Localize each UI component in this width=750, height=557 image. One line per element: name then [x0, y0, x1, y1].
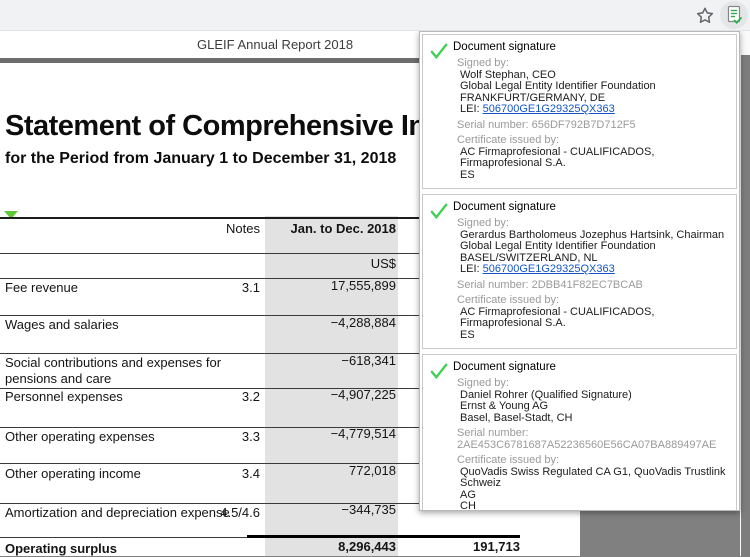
row-value: 772,018 [265, 463, 396, 478]
cert-line: AC Firmaprofesional - CUALIFICADOS, Firm… [457, 147, 728, 170]
lei-line: LEI: 506700GE1G29325QX363 [457, 104, 728, 116]
total-value-prior: 191,713 [400, 539, 520, 554]
signed-by-label: Signed by: [457, 378, 728, 390]
page-subtitle: for the Period from January 1 to Decembe… [5, 150, 396, 168]
signer-line: Global Legal Entity Identifier Foundatio… [457, 241, 728, 253]
lei-link[interactable]: 506700GE1G29325QX363 [483, 103, 615, 115]
serial-label: Serial number: [457, 428, 728, 440]
lei-line: LEI: 506700GE1G29325QX363 [457, 264, 728, 276]
serial-label: Serial number: [457, 119, 529, 131]
document-signature-extension-icon[interactable] [720, 1, 748, 29]
cert-line: AC Firmaprofesional - CUALIFICADOS, Firm… [457, 307, 728, 330]
cert-label: Certificate issued by: [457, 295, 728, 307]
signer-line: Global Legal Entity Identifier Foundatio… [457, 81, 728, 93]
cert-label: Certificate issued by: [457, 455, 728, 467]
signature-valid-check-icon [430, 43, 448, 59]
signed-by-label: Signed by: [457, 218, 728, 230]
row-note: 3.1 [180, 280, 260, 295]
signature-valid-check-icon [430, 363, 448, 379]
serial-label: Serial number: [457, 279, 529, 291]
lei-label: LEI: [460, 103, 480, 115]
signature-popup: Document signature Signed by: Wolf Steph… [419, 31, 740, 511]
signature-title: Document signature [453, 361, 728, 373]
row-note: 3.4 [180, 466, 260, 481]
bookmark-star-icon[interactable] [694, 5, 716, 27]
signer-line: Basel, Basel-Stadt, CH [457, 413, 728, 425]
serial-line: Serial number: 656DF792B7D712F5 [457, 120, 728, 132]
row-value: −618,341 [265, 353, 396, 368]
cert-line: CH [457, 501, 728, 511]
lei-link[interactable]: 506700GE1G29325QX363 [483, 263, 615, 275]
row-value: −4,907,225 [265, 387, 396, 402]
cert-line: ES [457, 330, 728, 342]
row-value: −4,288,884 [265, 315, 396, 330]
signature-block: Document signature Signed by: Gerardus B… [422, 194, 737, 349]
signature-title: Document signature [453, 201, 728, 213]
row-value: 17,555,899 [265, 278, 396, 293]
cert-line: ES [457, 170, 728, 182]
col-header-notes: Notes [180, 221, 260, 236]
serial-value: 2DBB41F82EC7BCAB [532, 279, 643, 291]
serial-value: 2AE453C6781687A52236560E56CA07BA889497AE [457, 440, 728, 452]
cert-line: QuoVadis Swiss Regulated CA G1, QuoVadis… [457, 467, 728, 490]
row-label: Wages and salaries [5, 317, 237, 333]
currency-label: US$ [265, 256, 396, 271]
lei-label: LEI: [460, 263, 480, 275]
document-header: GLEIF Annual Report 2018 [197, 37, 353, 52]
row-note: 4.5/4.6 [180, 505, 260, 520]
signed-by-label: Signed by: [457, 58, 728, 70]
signature-block: Document signature Signed by: Wolf Steph… [422, 34, 737, 189]
row-value: −344,735 [265, 502, 396, 517]
cert-line: AG [457, 490, 728, 502]
row-value: −4,779,514 [265, 426, 396, 441]
table-rule [0, 537, 247, 538]
serial-line: Serial number: 2DBB41F82EC7BCAB [457, 280, 728, 292]
row-note: 3.3 [180, 429, 260, 444]
signature-block: Document signature Signed by: Daniel Roh… [422, 354, 737, 511]
cert-label: Certificate issued by: [457, 135, 728, 147]
row-label: Social contributions and expenses for pe… [5, 355, 237, 387]
total-rule [247, 535, 520, 538]
row-note: 3.2 [180, 389, 260, 404]
total-label: Operating surplus [5, 541, 237, 557]
signature-title: Document signature [453, 41, 728, 53]
serial-value: 656DF792B7D712F5 [532, 119, 636, 131]
scrollbar-thumb[interactable] [741, 55, 750, 556]
col-header-period: Jan. to Dec. 2018 [265, 221, 396, 236]
signer-line: Ernst & Young AG [457, 401, 728, 413]
signature-valid-check-icon [430, 203, 448, 219]
browser-toolbar [0, 0, 750, 31]
document-icon [724, 4, 744, 26]
page-title: Statement of Comprehensive Inc [5, 110, 441, 143]
total-value: 8,296,443 [265, 539, 396, 554]
